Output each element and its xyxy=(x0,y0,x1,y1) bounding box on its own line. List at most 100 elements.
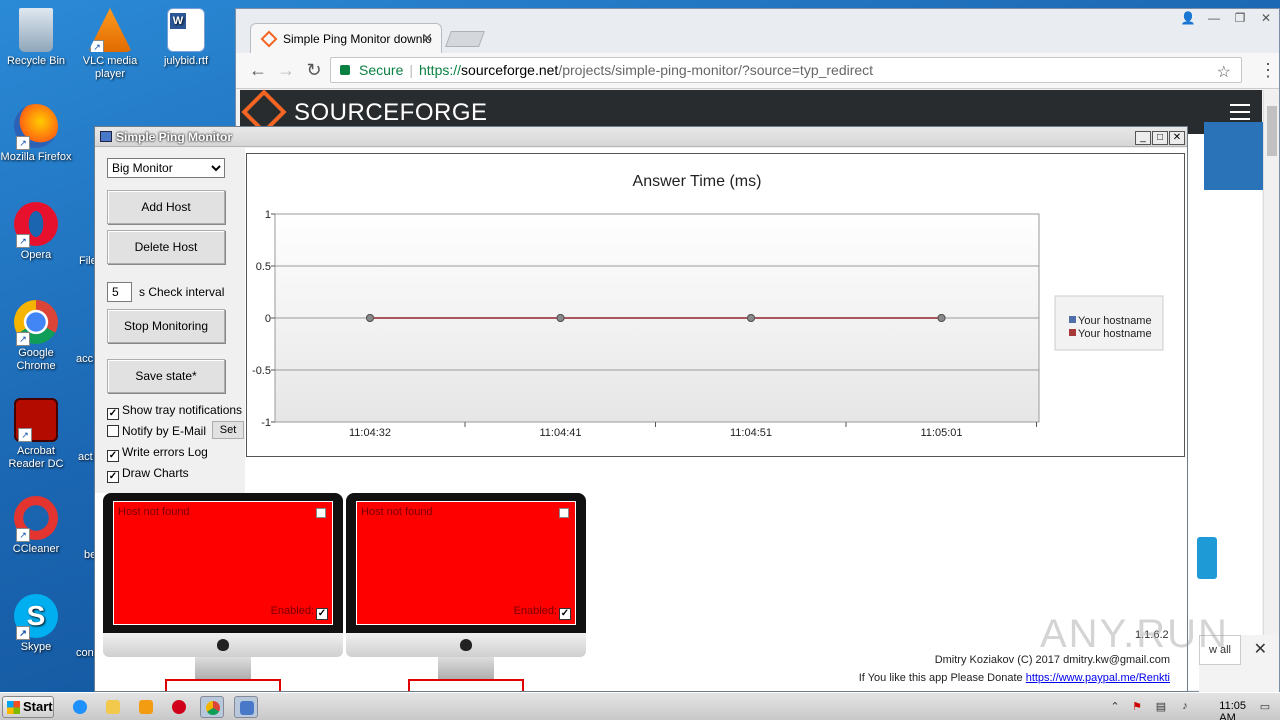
select-host-checkbox[interactable] xyxy=(316,508,326,518)
enabled-toggle[interactable]: Enabled: ✓ xyxy=(514,605,571,620)
enabled-checkbox[interactable]: ✓ xyxy=(559,608,571,620)
clock[interactable]: 11:05 AM xyxy=(1219,700,1246,720)
desktop-icon-vlc[interactable]: ↗ VLC media player xyxy=(74,8,146,81)
controls-panel: Big Monitor Add Host Delete Host s Check… xyxy=(95,148,245,493)
tab-title: Simple Ping Monitor downlo xyxy=(283,32,432,46)
ping-monitor-client: Big Monitor Add Host Delete Host s Check… xyxy=(95,148,1187,691)
volume-icon[interactable]: ♪ xyxy=(1178,700,1192,714)
select-host-checkbox[interactable] xyxy=(559,508,569,518)
desktop-icon-label: Skype xyxy=(20,641,52,653)
desktop-icon-julybid[interactable]: W julybid.rtf xyxy=(150,8,222,68)
start-button[interactable]: Start xyxy=(2,696,54,718)
url-host: sourceforge.net xyxy=(461,62,559,78)
monitor-screen[interactable]: Host not found Enabled: ✓ xyxy=(356,501,576,625)
close-download-bar-icon[interactable]: ✕ xyxy=(1254,639,1267,659)
close-button[interactable]: ✕ xyxy=(1169,131,1185,145)
desktop-icon-ccleaner[interactable]: ↗ CCleaner xyxy=(0,496,72,556)
maximize-button[interactable]: □ xyxy=(1152,131,1168,145)
show-desktop-icon[interactable]: ▭ xyxy=(1258,700,1272,714)
taskbar-chrome[interactable] xyxy=(200,696,224,718)
vlc-icon: ↗ xyxy=(88,8,132,52)
taskbar-ping-monitor[interactable] xyxy=(234,696,258,718)
check-interval-input[interactable] xyxy=(107,282,132,302)
data-point xyxy=(556,314,565,322)
desktop-icon-recycle-bin[interactable]: Recycle Bin xyxy=(0,8,72,68)
lock-icon xyxy=(340,65,350,75)
desktop-icon-chrome[interactable]: ↗ Google Chrome xyxy=(0,300,72,373)
enabled-label: Enabled: xyxy=(270,605,314,617)
folder-icon xyxy=(106,700,120,714)
desktop-icon-firefox[interactable]: ↗ Mozilla Firefox xyxy=(0,104,72,164)
tray-expand-icon[interactable]: ⌃ xyxy=(1108,700,1122,714)
desktop-icon-opera[interactable]: ↗ Opera xyxy=(0,202,72,262)
delete-host-button[interactable]: Delete Host xyxy=(107,230,225,264)
skype-icon: S ↗ xyxy=(14,594,58,640)
desktop-icon-skype[interactable]: S ↗ Skype xyxy=(0,594,72,654)
checkbox-box[interactable] xyxy=(107,425,119,437)
chart-title: Answer Time (ms) xyxy=(633,173,762,190)
checkbox-box[interactable]: ✓ xyxy=(107,471,119,483)
close-icon[interactable]: ✕ xyxy=(1253,9,1279,27)
answer-time-chart: Answer Time (ms) 1 0.5 0 -0.5 -1 11:04:32 11:04… xyxy=(246,153,1185,457)
taskbar-explorer[interactable] xyxy=(101,696,125,718)
ccleaner-icon: ↗ xyxy=(14,496,58,542)
taskbar-opera[interactable] xyxy=(167,696,191,718)
tab-strip: Simple Ping Monitor downlo ✕ 👤 — ❐ ✕ xyxy=(236,9,1279,59)
browser-tab[interactable]: Simple Ping Monitor downlo ✕ xyxy=(250,23,442,53)
host-status-text: Host not found xyxy=(361,506,433,518)
y-tick-label: -1 xyxy=(261,417,271,429)
show-tray-notifications-checkbox[interactable]: ✓ Show tray notifications xyxy=(107,403,242,420)
close-tab-icon[interactable]: ✕ xyxy=(421,30,433,47)
host-status-text: Host not found xyxy=(118,506,190,518)
monitor-screen[interactable]: Host not found Enabled: ✓ xyxy=(113,501,333,625)
back-icon[interactable]: ← xyxy=(246,60,270,81)
add-host-button[interactable]: Add Host xyxy=(107,190,225,224)
ping-monitor-window: Simple Ping Monitor _ □ ✕ Big Monitor Add … xyxy=(94,126,1188,692)
taskbar-media-player[interactable] xyxy=(134,696,158,718)
action-center-icon[interactable]: ⚑ xyxy=(1130,700,1144,714)
set-email-button[interactable]: Set xyxy=(212,421,244,439)
chrome-icon: ↗ xyxy=(14,300,58,346)
y-tick-label: -0.5 xyxy=(252,365,271,377)
profile-icon[interactable]: 👤 xyxy=(1175,9,1201,27)
bookmark-star-icon[interactable]: ☆ xyxy=(1217,61,1231,82)
data-point xyxy=(366,314,374,322)
menu-icon[interactable]: ⋮ xyxy=(1256,60,1280,81)
donate-link[interactable]: https://www.paypal.me/Renkti xyxy=(1026,672,1170,684)
enabled-toggle[interactable]: Enabled: ✓ xyxy=(271,605,328,620)
network-icon[interactable]: ▤ xyxy=(1154,700,1168,714)
restore-icon[interactable]: ❐ xyxy=(1227,9,1253,27)
monitor-stand xyxy=(438,657,494,681)
write-errors-log-checkbox[interactable]: ✓ Write errors Log xyxy=(107,445,208,462)
draw-charts-checkbox[interactable]: ✓ Draw Charts xyxy=(107,466,189,483)
reload-icon[interactable]: ↻ xyxy=(302,60,326,81)
notify-by-email-checkbox[interactable]: Notify by E-Mail xyxy=(107,424,206,438)
taskbar-ie[interactable] xyxy=(68,696,92,718)
address-bar-row: ← → ↻ Secure | https://sourceforge.net/pro… xyxy=(236,53,1279,89)
checkbox-box[interactable]: ✓ xyxy=(107,450,119,462)
checkbox-box[interactable]: ✓ xyxy=(107,408,119,420)
monitor-bezel: Host not found Enabled: ✓ xyxy=(346,493,586,633)
download-button-partial[interactable] xyxy=(1197,537,1217,579)
sourceforge-favicon xyxy=(260,30,278,48)
page-scrollbar[interactable] xyxy=(1263,90,1279,693)
stop-monitoring-button[interactable]: Stop Monitoring xyxy=(107,309,225,343)
app-icon xyxy=(100,131,112,142)
forward-icon[interactable]: → xyxy=(274,60,298,81)
minimize-button[interactable]: _ xyxy=(1135,131,1151,145)
word-document-icon: W xyxy=(167,8,205,52)
opera-icon xyxy=(172,700,186,714)
chart-svg: Answer Time (ms) 1 0.5 0 -0.5 -1 11:04:32 11:04… xyxy=(252,173,1164,439)
data-point xyxy=(937,314,946,322)
desktop-icon-acrobat[interactable]: ↗ Acrobat Reader DC xyxy=(0,398,72,471)
check-interval-label: s Check interval xyxy=(139,285,225,299)
desktop-icon-label: VLC media player xyxy=(82,55,138,80)
minimize-icon[interactable]: — xyxy=(1201,9,1227,27)
url-omnibox[interactable]: Secure | https://sourceforge.net/projects/… xyxy=(330,57,1242,83)
host-monitor-1: Host not found Enabled: ✓ xyxy=(103,493,343,691)
save-state-button[interactable]: Save state* xyxy=(107,359,225,393)
enabled-checkbox[interactable]: ✓ xyxy=(316,608,328,620)
new-tab-button[interactable] xyxy=(445,31,485,47)
monitor-mode-select[interactable]: Big Monitor xyxy=(107,158,225,178)
ping-monitor-titlebar[interactable]: Simple Ping Monitor _ □ ✕ xyxy=(95,127,1187,147)
